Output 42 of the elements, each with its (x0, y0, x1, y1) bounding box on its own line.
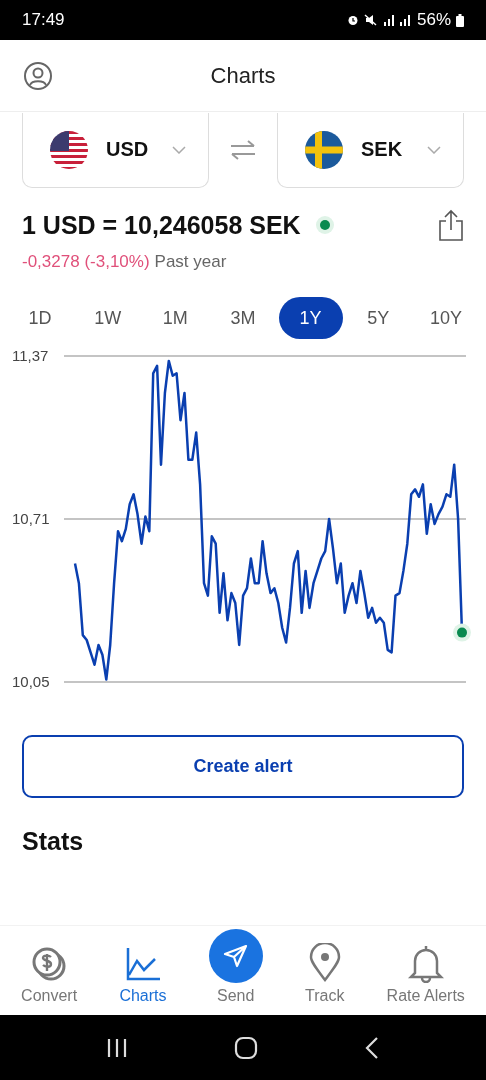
signal-icon (381, 14, 412, 26)
nav-tab[interactable]: Convert (21, 945, 78, 1005)
home-icon[interactable] (234, 1035, 258, 1060)
bell-icon (406, 943, 445, 983)
exchange-rate: 1 USD = 10,246058 SEK (22, 210, 301, 240)
axis-label: 10,05 (12, 673, 50, 690)
rate-change: -0,3278 (-3,10%) (22, 252, 150, 272)
period-tab[interactable]: 1M (143, 297, 208, 339)
battery-icon (456, 13, 464, 27)
swap-icon[interactable] (229, 139, 257, 161)
period-tab[interactable]: 1Y (278, 297, 343, 339)
flag-icon (305, 130, 343, 169)
back-icon[interactable] (364, 1035, 380, 1060)
period-tab[interactable]: 3M (210, 297, 275, 339)
period-tab[interactable]: 10Y (413, 297, 478, 339)
period-tab[interactable]: 5Y (346, 297, 411, 339)
alarm-icon (346, 14, 359, 26)
period-tab[interactable]: 1D (8, 297, 72, 339)
nav-tab[interactable]: Rate Alerts (386, 943, 465, 1005)
axis-label: 10,71 (12, 510, 50, 527)
axis-label: 11,37 (12, 347, 49, 364)
create-alert-button[interactable]: Create alert (22, 735, 464, 798)
chevron-down-icon (427, 145, 441, 154)
profile-icon[interactable] (23, 61, 53, 91)
currency-selector[interactable]: USD (22, 112, 209, 188)
end-point-marker (453, 623, 471, 642)
recent-apps-icon[interactable] (106, 1036, 128, 1059)
clock: 17:49 (22, 10, 65, 30)
page-title: Charts (210, 62, 276, 89)
send-icon (208, 929, 263, 983)
period-label: Past year (154, 252, 227, 272)
period-tab[interactable]: 1W (75, 297, 140, 339)
nav-tab[interactable]: Charts (119, 945, 167, 1005)
section-heading: Stats (21, 826, 85, 856)
flag-icon (50, 130, 88, 169)
currency-selector[interactable]: SEK (277, 112, 464, 188)
nav-tab[interactable]: Send (208, 929, 263, 1005)
nav-tab[interactable]: Track (304, 943, 345, 1005)
battery-percent: 56% (416, 10, 451, 30)
share-icon[interactable] (438, 209, 464, 241)
mute-icon (363, 14, 377, 26)
chevron-down-icon (172, 145, 186, 154)
